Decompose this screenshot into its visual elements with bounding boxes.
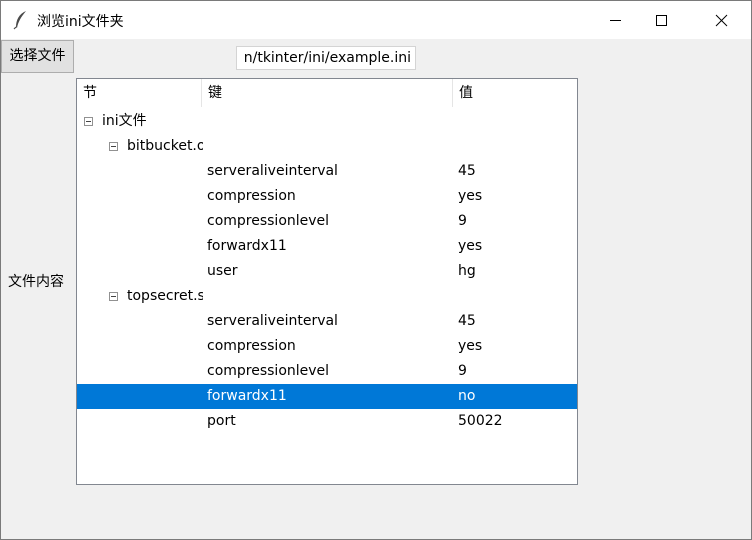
item-key: forwardx11 (207, 388, 287, 404)
column-header-key[interactable]: 键 (202, 79, 452, 107)
root-node-label: ini文件 (102, 113, 147, 129)
tree-row-item[interactable]: compressionlevel 9 (77, 359, 577, 384)
file-content-label: 文件内容 (8, 274, 64, 290)
tree-heading: 节 键 值 (77, 79, 577, 107)
tree-row-item[interactable]: compression yes (77, 184, 577, 209)
window-title: 浏览ini文件夹 (37, 14, 124, 30)
item-key: compressionlevel (207, 363, 330, 379)
collapse-toggle-icon[interactable] (109, 292, 118, 301)
maximize-button[interactable] (639, 1, 685, 39)
minimize-button[interactable] (593, 1, 639, 39)
item-key: forwardx11 (207, 238, 287, 254)
tree-row-item[interactable]: compressionlevel 9 (77, 209, 577, 234)
item-value: hg (458, 263, 476, 279)
tree-row-item[interactable]: port 50022 (77, 409, 577, 434)
collapse-toggle-icon[interactable] (109, 142, 118, 151)
minimize-icon (610, 20, 621, 21)
item-value: 9 (458, 213, 467, 229)
item-value: 45 (458, 163, 476, 179)
section-node-label: bitbucket.o (127, 138, 203, 154)
app-window: 浏览ini文件夹 选择文件 n/tkinter/ini/example.ini … (0, 0, 752, 540)
tree-row-item-selected[interactable]: forwardx11 no (77, 384, 577, 409)
item-value: 45 (458, 313, 476, 329)
item-key: compression (207, 338, 296, 354)
file-path-input[interactable]: n/tkinter/ini/example.ini (236, 46, 416, 70)
close-button[interactable] (699, 1, 745, 39)
column-header-section[interactable]: 节 (77, 79, 201, 107)
feather-icon (13, 10, 29, 30)
section-node-label: topsecret.s (127, 288, 203, 304)
tree-row-item[interactable]: forwardx11 yes (77, 234, 577, 259)
collapse-toggle-icon[interactable] (84, 117, 93, 126)
item-value: 9 (458, 363, 467, 379)
item-key: compressionlevel (207, 213, 330, 229)
close-icon (715, 14, 728, 27)
item-value: yes (458, 238, 483, 254)
item-value: yes (458, 338, 483, 354)
title-bar[interactable]: 浏览ini文件夹 (1, 1, 751, 39)
item-value: yes (458, 188, 483, 204)
tree-row-item[interactable]: compression yes (77, 334, 577, 359)
item-key: user (207, 263, 238, 279)
item-key: serveraliveinterval (207, 163, 338, 179)
item-key: serveraliveinterval (207, 313, 338, 329)
tree-row-item[interactable]: serveraliveinterval 45 (77, 309, 577, 334)
tree-row-item[interactable]: user hg (77, 259, 577, 284)
tree-row-section[interactable]: topsecret.s (77, 284, 577, 309)
file-path-value: n/tkinter/ini/example.ini (243, 50, 411, 66)
item-key: port (207, 413, 236, 429)
item-key: compression (207, 188, 296, 204)
maximize-icon (656, 15, 667, 26)
item-value: no (458, 388, 476, 404)
tree-row-section[interactable]: bitbucket.o (77, 134, 577, 159)
tree-row-item[interactable]: serveraliveinterval 45 (77, 159, 577, 184)
item-value: 50022 (458, 413, 503, 429)
choose-file-button[interactable]: 选择文件 (1, 40, 74, 73)
column-header-value[interactable]: 值 (453, 79, 577, 107)
ini-treeview[interactable]: 节 键 值 ini文件 bitbucket.o serveraliveinter… (76, 78, 578, 485)
tree-row-root[interactable]: ini文件 (77, 109, 577, 134)
